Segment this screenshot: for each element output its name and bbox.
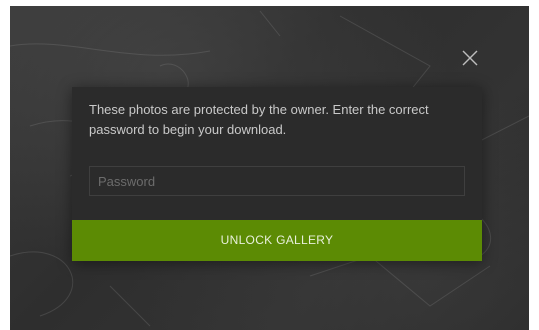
gallery-lock-screen: These photos are protected by the owner.…: [0, 0, 539, 330]
unlock-gallery-button[interactable]: UNLOCK GALLERY: [72, 220, 482, 261]
password-input[interactable]: [89, 166, 465, 196]
close-icon: [462, 50, 478, 66]
close-button[interactable]: [459, 47, 481, 69]
protection-message: These photos are protected by the owner.…: [89, 102, 429, 137]
password-dialog: These photos are protected by the owner.…: [72, 87, 482, 261]
